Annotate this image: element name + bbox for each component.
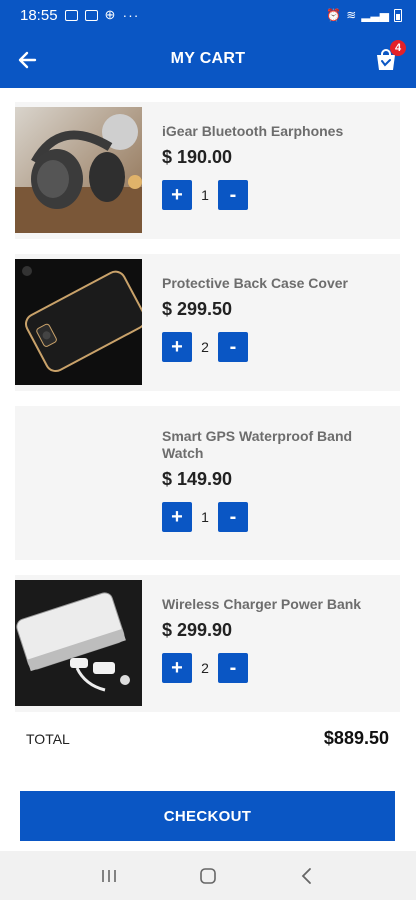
total-value: $889.50 [323, 728, 389, 748]
alarm-icon: ⏰ [326, 8, 342, 22]
decrease-quantity-button[interactable]: - [218, 653, 248, 683]
status-bar: 18:55 ⊕ ··· ⏰ ≋ ▂▃▅ [0, 0, 416, 30]
quantity-stepper: + 2 - [162, 332, 372, 362]
total-row: TOTAL $889.50 [26, 728, 389, 749]
item-info: Wireless Charger Power Bank $ 299.90 + 2… [162, 596, 372, 683]
home-button[interactable] [188, 861, 228, 891]
product-price: $ 190.00 [162, 147, 233, 167]
product-image-placeholder [15, 411, 142, 537]
product-name: Protective Back Case Cover [162, 275, 348, 291]
item-info: iGear Bluetooth Earphones $ 190.00 + 1 - [162, 123, 372, 210]
product-name: Wireless Charger Power Bank [162, 596, 362, 612]
decrease-quantity-button[interactable]: - [218, 332, 248, 362]
recents-button[interactable] [89, 861, 129, 891]
system-nav-bar [0, 851, 416, 900]
quantity-stepper: + 2 - [162, 653, 372, 683]
cart-count-badge: 4 [390, 40, 406, 56]
quantity-value: 2 [201, 339, 209, 355]
signal-icon: ▂▃▅ [361, 8, 389, 22]
increase-quantity-button[interactable]: + [162, 502, 192, 532]
quantity-value: 1 [201, 509, 209, 525]
cart-item: Smart GPS Waterproof Band Watch $ 149.90… [15, 406, 400, 560]
status-time: 18:55 [20, 6, 58, 24]
quantity-value: 2 [201, 660, 209, 676]
app-icon: ⊕ [104, 7, 116, 22]
item-info: Protective Back Case Cover $ 299.50 + 2 … [162, 275, 372, 362]
product-price: $ 299.90 [162, 620, 233, 640]
battery-icon [394, 8, 402, 22]
total-label: TOTAL [26, 730, 70, 747]
app-bar: MY CART 4 [0, 30, 416, 88]
cart-item: Wireless Charger Power Bank $ 299.90 + 2… [15, 575, 400, 712]
increase-quantity-button[interactable]: + [162, 332, 192, 362]
decrease-quantity-button[interactable]: - [218, 180, 248, 210]
home-icon [200, 867, 216, 884]
product-image-phone-case [15, 259, 142, 385]
decrease-quantity-button[interactable]: - [218, 502, 248, 532]
wifi-icon: ≋ [346, 8, 357, 22]
cart-button[interactable]: 4 [372, 40, 406, 74]
product-name: Smart GPS Waterproof Band Watch [162, 428, 353, 461]
cart-item: Protective Back Case Cover $ 299.50 + 2 … [15, 254, 400, 391]
product-price: $ 149.90 [162, 469, 233, 489]
back-button[interactable] [14, 47, 40, 73]
mail-icon [84, 9, 98, 21]
checkout-button[interactable]: CHECKOUT [20, 791, 395, 841]
product-image-earphones [15, 107, 142, 233]
arrow-left-icon [18, 51, 37, 69]
increase-quantity-button[interactable]: + [162, 180, 192, 210]
nav-back-button[interactable] [287, 861, 327, 891]
status-right: ⏰ ≋ ▂▃▅ [326, 8, 402, 22]
quantity-stepper: + 1 - [162, 180, 372, 210]
product-image-power-bank [15, 580, 142, 706]
recents-icon [102, 869, 117, 882]
quantity-value: 1 [201, 187, 209, 203]
page-title: MY CART [170, 50, 246, 67]
status-left: 18:55 ⊕ ··· [20, 7, 139, 24]
quantity-stepper: + 1 - [162, 502, 372, 532]
product-price: $ 299.50 [162, 299, 233, 319]
increase-quantity-button[interactable]: + [162, 653, 192, 683]
chevron-left-icon [301, 867, 311, 884]
item-info: Smart GPS Waterproof Band Watch $ 149.90… [162, 428, 372, 532]
cart-item: iGear Bluetooth Earphones $ 190.00 + 1 - [15, 102, 400, 239]
status-more: ··· [122, 7, 140, 23]
product-name: iGear Bluetooth Earphones [162, 123, 344, 139]
gallery-icon [64, 9, 78, 21]
